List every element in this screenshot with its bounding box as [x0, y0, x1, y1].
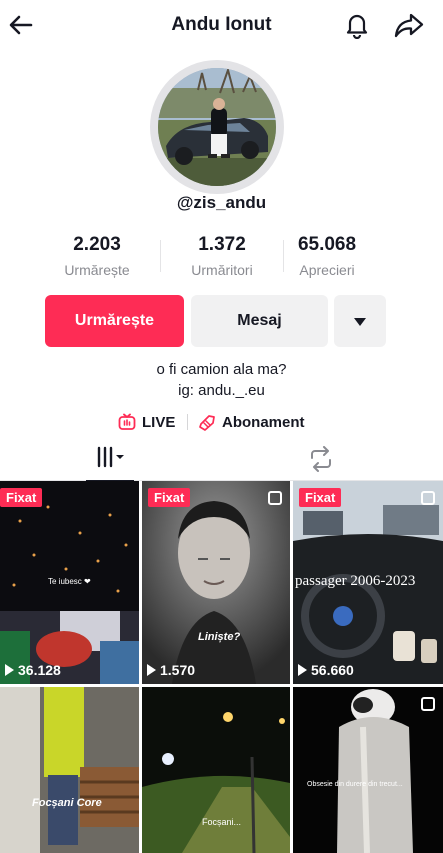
- share-arrow-icon[interactable]: [393, 11, 425, 39]
- view-count-value: 56.660: [311, 662, 354, 678]
- caret-down-icon: [354, 318, 366, 326]
- stat-following[interactable]: 2.203 Urmărește: [42, 234, 152, 278]
- subscription-badge-icon: [199, 415, 215, 431]
- bio-line: o fi camion ala ma?: [156, 361, 287, 378]
- video-thumbnail: [142, 687, 290, 853]
- multi-post-icon: [421, 491, 435, 505]
- avatar-photo: [158, 68, 276, 186]
- multi-post-icon: [421, 697, 435, 711]
- bell-icon[interactable]: [343, 11, 371, 39]
- video-grid: Fixat Te iubesc ❤ 36.128 Fixat Liniște? …: [0, 481, 443, 853]
- pinned-badge: Fixat: [299, 488, 342, 507]
- view-count: 1.570: [147, 662, 195, 678]
- avatar[interactable]: [158, 68, 276, 186]
- bio-line: ig: andu._.eu: [178, 382, 265, 399]
- live-label: LIVE: [142, 414, 176, 431]
- stat-followers-label: Urmăritori: [191, 262, 253, 278]
- stat-followers-value: 1.372: [198, 234, 246, 255]
- content-tabs: [0, 440, 443, 482]
- pinned-badge: Fixat: [148, 488, 191, 507]
- link-divider: [187, 414, 188, 430]
- video-tile[interactable]: Focșani...: [142, 687, 290, 853]
- view-count: 36.128: [5, 662, 61, 678]
- subscription-label: Abonament: [222, 414, 305, 431]
- stat-followers[interactable]: 1.372 Urmăritori: [167, 234, 277, 278]
- stats-row: 2.203 Urmărește 1.372 Urmăritori 65.068 …: [42, 234, 402, 284]
- video-caption: Focșani Core: [32, 797, 102, 809]
- stat-likes-label: Aprecieri: [299, 262, 355, 278]
- more-options-button[interactable]: [334, 295, 386, 347]
- grid-icon: [97, 446, 124, 468]
- stat-likes-value: 65.068: [297, 234, 357, 255]
- profile-title: Andu Ionut: [171, 14, 272, 35]
- video-thumbnail: [0, 687, 139, 853]
- stat-following-value: 2.203: [73, 234, 121, 255]
- follow-button[interactable]: Urmărește: [45, 295, 184, 347]
- video-tile[interactable]: Fixat Te iubesc ❤ 36.128: [0, 481, 139, 684]
- view-count-value: 1.570: [160, 662, 196, 678]
- top-bar: Andu Ionut: [0, 0, 443, 52]
- tab-videos[interactable]: [86, 440, 134, 482]
- pinned-badge: Fixat: [0, 488, 43, 507]
- username: @zis_andu: [176, 193, 267, 212]
- view-count: 56.660: [298, 662, 354, 678]
- video-caption: passager 2006-2023: [295, 573, 416, 589]
- play-icon: [5, 664, 14, 676]
- repost-icon[interactable]: [307, 446, 335, 472]
- tv-icon: [118, 413, 136, 430]
- video-caption: Focșani...: [202, 817, 242, 827]
- video-caption: Obsesie din durere din trecut...: [307, 781, 403, 788]
- multi-post-icon: [268, 491, 282, 505]
- video-thumbnail: [142, 481, 290, 684]
- video-thumbnail: [293, 687, 443, 853]
- video-tile[interactable]: Obsesie din durere din trecut...: [293, 687, 443, 853]
- video-caption: Te iubesc ❤: [48, 577, 91, 586]
- play-icon: [147, 664, 156, 676]
- play-icon: [298, 664, 307, 676]
- stat-following-label: Urmărește: [64, 262, 130, 278]
- video-tile[interactable]: Fixat Liniște? 1.570: [142, 481, 290, 684]
- message-button[interactable]: Mesaj: [191, 295, 328, 347]
- avatar-ring: [150, 60, 284, 194]
- video-tile[interactable]: Fixat passager 2006-2023 56.660: [293, 481, 443, 684]
- video-tile[interactable]: Focșani Core: [0, 687, 139, 853]
- stat-divider: [160, 240, 161, 272]
- stat-likes[interactable]: 65.068 Aprecieri: [272, 234, 382, 278]
- video-caption: Liniște?: [198, 631, 241, 643]
- view-count-value: 36.128: [18, 662, 61, 678]
